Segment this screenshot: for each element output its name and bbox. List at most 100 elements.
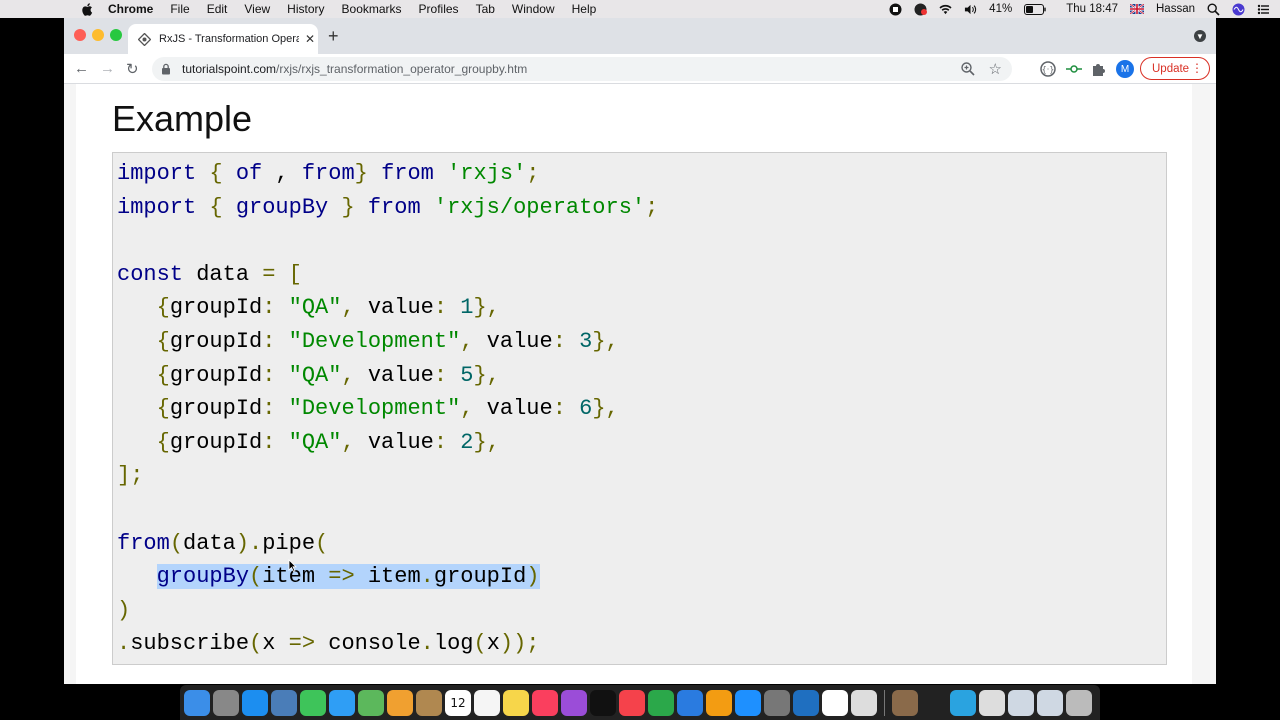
music-icon[interactable]: [532, 689, 558, 716]
terminal-icon[interactable]: [921, 689, 947, 716]
code-token: ;: [526, 161, 540, 186]
profile-avatar[interactable]: M: [1116, 60, 1134, 78]
contacts-icon[interactable]: [416, 689, 442, 716]
notes-icon[interactable]: [503, 689, 529, 716]
menu-view[interactable]: View: [244, 2, 270, 16]
menu-profiles[interactable]: Profiles: [419, 2, 459, 16]
tab-active[interactable]: RxJS - Transformation Operato ✕: [128, 24, 318, 54]
menu-tab[interactable]: Tab: [476, 2, 495, 16]
new-tab-button[interactable]: +: [328, 26, 339, 47]
code-block[interactable]: import { of , from} from 'rxjs'; import {…: [112, 152, 1167, 665]
trash-icon[interactable]: [1066, 689, 1092, 716]
code-token: groupId: [169, 329, 263, 354]
facetime-icon[interactable]: [300, 689, 326, 716]
menu-bookmarks[interactable]: Bookmarks: [342, 2, 402, 16]
menu-window[interactable]: Window: [512, 2, 555, 16]
numbers-icon[interactable]: [648, 689, 674, 716]
window-close-button[interactable]: [74, 29, 86, 41]
vscode-icon[interactable]: [793, 689, 819, 716]
menubar-clock[interactable]: Thu 18:47: [1066, 3, 1118, 15]
spotlight-search-icon[interactable]: [1207, 2, 1220, 16]
code-token: :: [433, 362, 448, 388]
code-line: {groupId: "QA", value: 5},: [117, 359, 500, 393]
messages-icon[interactable]: [329, 689, 355, 716]
code-token: ));: [499, 631, 540, 657]
back-button[interactable]: ←: [74, 60, 89, 77]
menu-help[interactable]: Help: [572, 2, 597, 16]
lock-icon[interactable]: [160, 63, 172, 75]
zoom-icon[interactable]: [960, 61, 976, 77]
extension-grammar-icon[interactable]: {·}: [1039, 60, 1057, 78]
files-icon[interactable]: [892, 689, 918, 716]
code-token: {: [209, 194, 223, 220]
systemprefs-icon[interactable]: [764, 689, 790, 716]
svg-text:{·}: {·}: [1042, 65, 1055, 74]
code-token: :: [262, 362, 276, 388]
tab-search-icon[interactable]: ▼: [1194, 30, 1206, 42]
utility-icon[interactable]: [851, 689, 877, 716]
window-minimize-button[interactable]: [92, 29, 104, 41]
screens-icon[interactable]: [1008, 689, 1034, 716]
code-token: groupId: [169, 429, 263, 455]
menu-history[interactable]: History: [287, 2, 324, 16]
photos-icon[interactable]: [387, 689, 413, 716]
menu-edit[interactable]: Edit: [207, 2, 228, 16]
menu-file[interactable]: File: [170, 2, 189, 16]
address-bar[interactable]: tutorialspoint.com/rxjs/rxjs_transformat…: [152, 57, 1012, 81]
bookmark-star-icon[interactable]: ☆: [989, 60, 1002, 78]
finder-icon[interactable]: [184, 689, 210, 716]
code-token: =>: [288, 631, 316, 657]
siri-icon[interactable]: [1232, 3, 1245, 16]
forward-button[interactable]: →: [100, 60, 115, 77]
news-icon[interactable]: [619, 689, 645, 716]
extension-sync-icon[interactable]: [1065, 60, 1083, 78]
chrome-icon[interactable]: [822, 689, 848, 716]
code-token: .: [420, 631, 434, 657]
apple-menu-icon[interactable]: [80, 2, 94, 16]
code-token: groupBy: [235, 194, 329, 220]
code-token: groupId: [433, 564, 527, 590]
code-token: {: [156, 396, 170, 422]
menu-app-name[interactable]: Chrome: [108, 2, 153, 16]
appletv-icon[interactable]: [590, 689, 616, 716]
launchpad-icon[interactable]: [213, 689, 239, 716]
reload-button[interactable]: ↻: [126, 60, 139, 78]
telegram-icon[interactable]: [950, 689, 976, 716]
keynote-icon[interactable]: [677, 689, 703, 716]
rxjs-favicon-icon: [138, 32, 151, 46]
safari-icon[interactable]: [242, 689, 268, 716]
notification-app-icon[interactable]: [914, 3, 928, 16]
battery-icon[interactable]: [1024, 3, 1046, 15]
calendar-icon[interactable]: 12: [445, 689, 471, 716]
reminders-icon[interactable]: [474, 689, 500, 716]
record-icon[interactable]: [889, 3, 902, 16]
screens2-icon[interactable]: [1037, 689, 1063, 716]
pages-icon[interactable]: [706, 689, 732, 716]
cat-icon[interactable]: [979, 689, 1005, 716]
update-button[interactable]: Update ⋮: [1140, 57, 1210, 80]
code-token: 6: [579, 396, 593, 422]
podcasts-icon[interactable]: [561, 689, 587, 716]
window-zoom-button[interactable]: [110, 29, 122, 41]
code-token: item: [354, 564, 421, 590]
tab-close-icon[interactable]: ✕: [305, 32, 315, 46]
menubar-user[interactable]: Hassan: [1156, 3, 1195, 15]
chrome-menu-icon[interactable]: ⋮: [1191, 61, 1203, 75]
code-token: ): [526, 564, 540, 590]
maps-icon[interactable]: [358, 689, 384, 716]
wifi-icon[interactable]: [939, 3, 952, 16]
extensions-puzzle-icon[interactable]: [1090, 60, 1108, 78]
code-token: :: [552, 329, 566, 354]
appstore-icon[interactable]: [735, 689, 761, 716]
code-token: data: [183, 530, 236, 556]
volume-icon[interactable]: [964, 3, 977, 16]
preview-icon[interactable]: [271, 689, 297, 716]
control-center-icon[interactable]: [1257, 3, 1270, 16]
uk-flag-icon[interactable]: [1130, 4, 1144, 14]
